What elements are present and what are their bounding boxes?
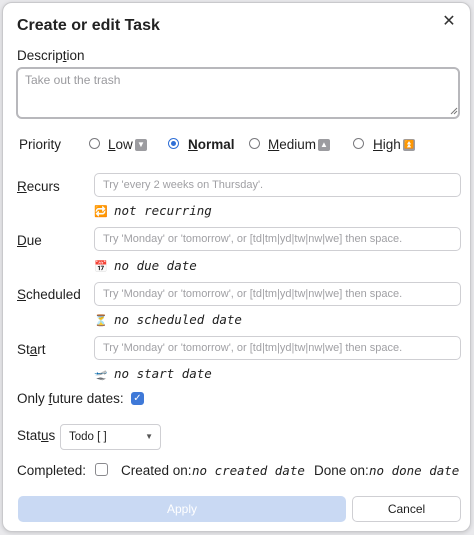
due-input[interactable] (94, 227, 461, 251)
status-select[interactable]: Todo [ ] ▼ (60, 424, 161, 450)
recurs-label: Recurs (17, 179, 60, 194)
chevron-down-icon: ▼ (135, 139, 147, 151)
only-future-label: Only future dates: (17, 391, 124, 406)
description-label: Description (17, 48, 85, 63)
completed-checkbox[interactable] (95, 463, 108, 476)
double-chevron-up-icon: ⏫ (403, 139, 415, 151)
start-hint: 🛫 no start date (94, 366, 212, 381)
priority-low-radio[interactable] (89, 138, 100, 149)
scheduled-hint: ⏳ no scheduled date (94, 312, 242, 327)
due-hint: 📅 no due date (94, 258, 197, 273)
apply-button[interactable]: Apply (18, 496, 346, 522)
airplane-departure-icon: 🛫 (94, 368, 108, 381)
task-modal: Create or edit Task ✕ Description Priori… (2, 2, 471, 532)
resize-grip-icon[interactable] (450, 107, 458, 115)
dialog-title: Create or edit Task (17, 17, 160, 34)
scheduled-input[interactable] (94, 282, 461, 306)
chevron-up-icon: ▲ (318, 139, 330, 151)
priority-medium-radio[interactable] (249, 138, 260, 149)
done-label: Done on: (314, 463, 369, 478)
only-future-checkbox[interactable]: ✓ (131, 392, 144, 405)
created-label: Created on: (121, 463, 192, 478)
calendar-icon: 📅 (94, 260, 108, 273)
close-icon[interactable]: ✕ (438, 11, 460, 33)
recurs-hint: 🔁 not recurring (94, 203, 212, 218)
priority-high-radio[interactable] (353, 138, 364, 149)
due-label: Due (17, 233, 42, 248)
created-value: no created date (192, 463, 305, 478)
hourglass-icon: ⏳ (94, 314, 108, 327)
scheduled-label: Scheduled (17, 287, 81, 302)
priority-label: Priority (19, 137, 62, 152)
status-label: Status (17, 428, 56, 443)
cancel-button[interactable]: Cancel (352, 496, 461, 522)
recurs-input[interactable] (94, 173, 461, 197)
priority-low-label[interactable]: Low (108, 137, 133, 152)
priority-normal-label[interactable]: Normal (188, 137, 235, 152)
priority-high-label[interactable]: High (373, 137, 401, 152)
start-input[interactable] (94, 336, 461, 360)
completed-label: Completed: (17, 463, 87, 478)
repeat-icon: 🔁 (94, 205, 108, 218)
priority-medium-label[interactable]: Medium (268, 137, 316, 152)
priority-normal-radio[interactable] (168, 138, 179, 149)
done-value: no done date (369, 463, 460, 478)
chevron-down-icon: ▼ (145, 432, 153, 441)
start-label: Start (17, 342, 46, 357)
description-input[interactable] (16, 67, 460, 119)
